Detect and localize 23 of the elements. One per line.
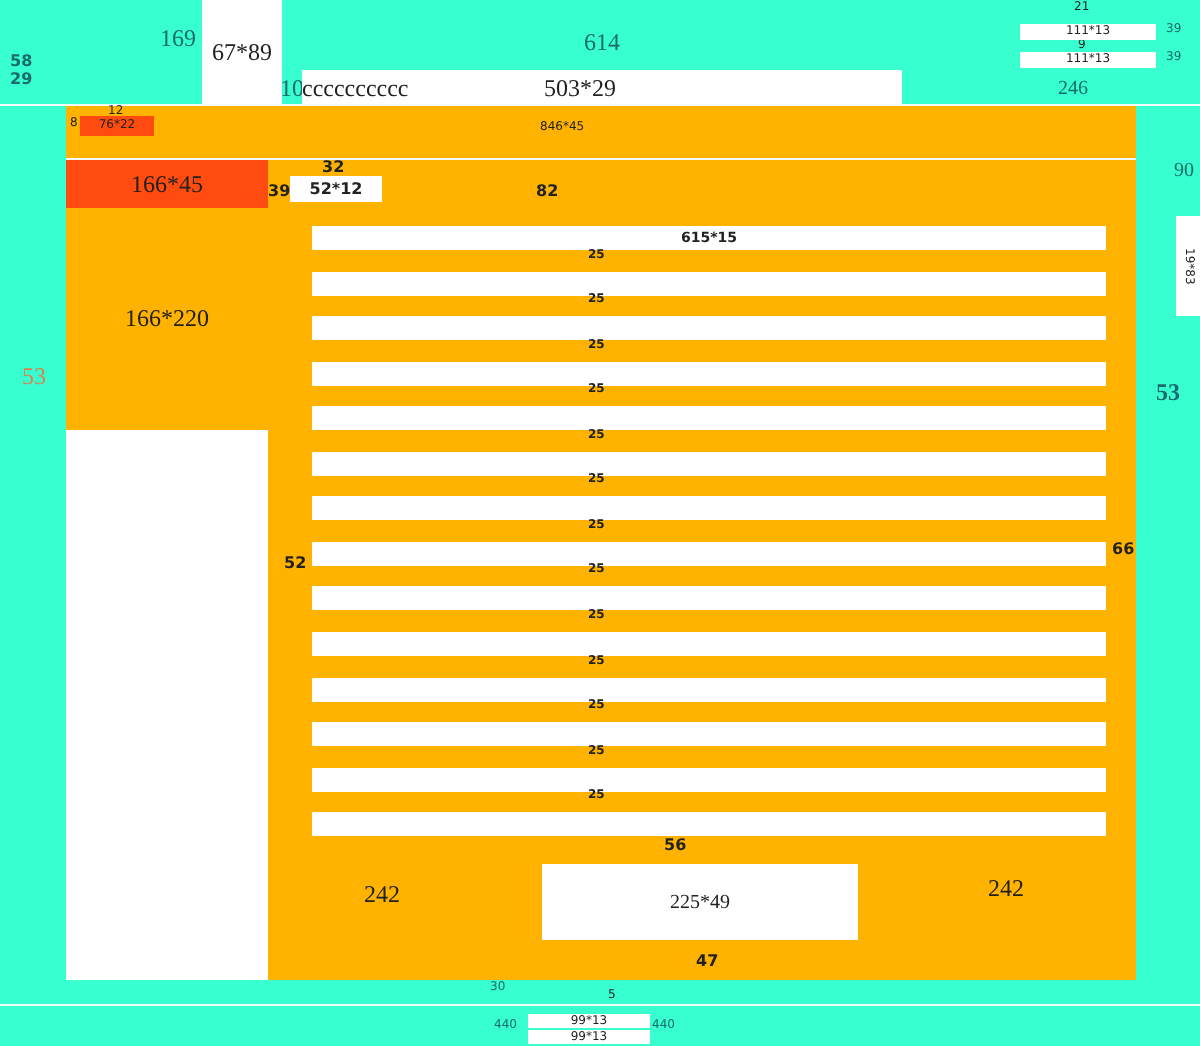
- footer-block: 225*49: [542, 864, 858, 940]
- dimension-label: 503*29: [544, 76, 616, 100]
- dimension-label: 66: [1112, 542, 1135, 558]
- dimension-label: 90: [1174, 162, 1194, 182]
- dimension-label: 53: [1156, 380, 1180, 404]
- dimension-label: 52: [284, 556, 307, 572]
- dimension-label: 32: [322, 160, 345, 176]
- dimension-label: 169: [160, 26, 196, 50]
- dimension-label: 56: [664, 838, 687, 854]
- dimension-label: 39: [268, 184, 291, 200]
- dimension-label: 246: [1058, 80, 1088, 100]
- dimension-label: 53: [22, 364, 46, 388]
- dimension-label: 242: [988, 876, 1024, 900]
- dimension-label: 614: [584, 30, 620, 54]
- search-text: cccccccccc: [302, 76, 409, 100]
- logo-block: 67*89: [202, 0, 282, 104]
- dimension-label: 29: [10, 72, 33, 88]
- dimension-label: 58: [10, 54, 33, 70]
- dimension-label: 47: [696, 954, 719, 970]
- dimension-label: 82: [536, 184, 559, 200]
- tag-block: 52*12: [290, 176, 382, 202]
- dimension-label: 242: [364, 882, 400, 906]
- sidebar-title: 166*45: [66, 160, 268, 208]
